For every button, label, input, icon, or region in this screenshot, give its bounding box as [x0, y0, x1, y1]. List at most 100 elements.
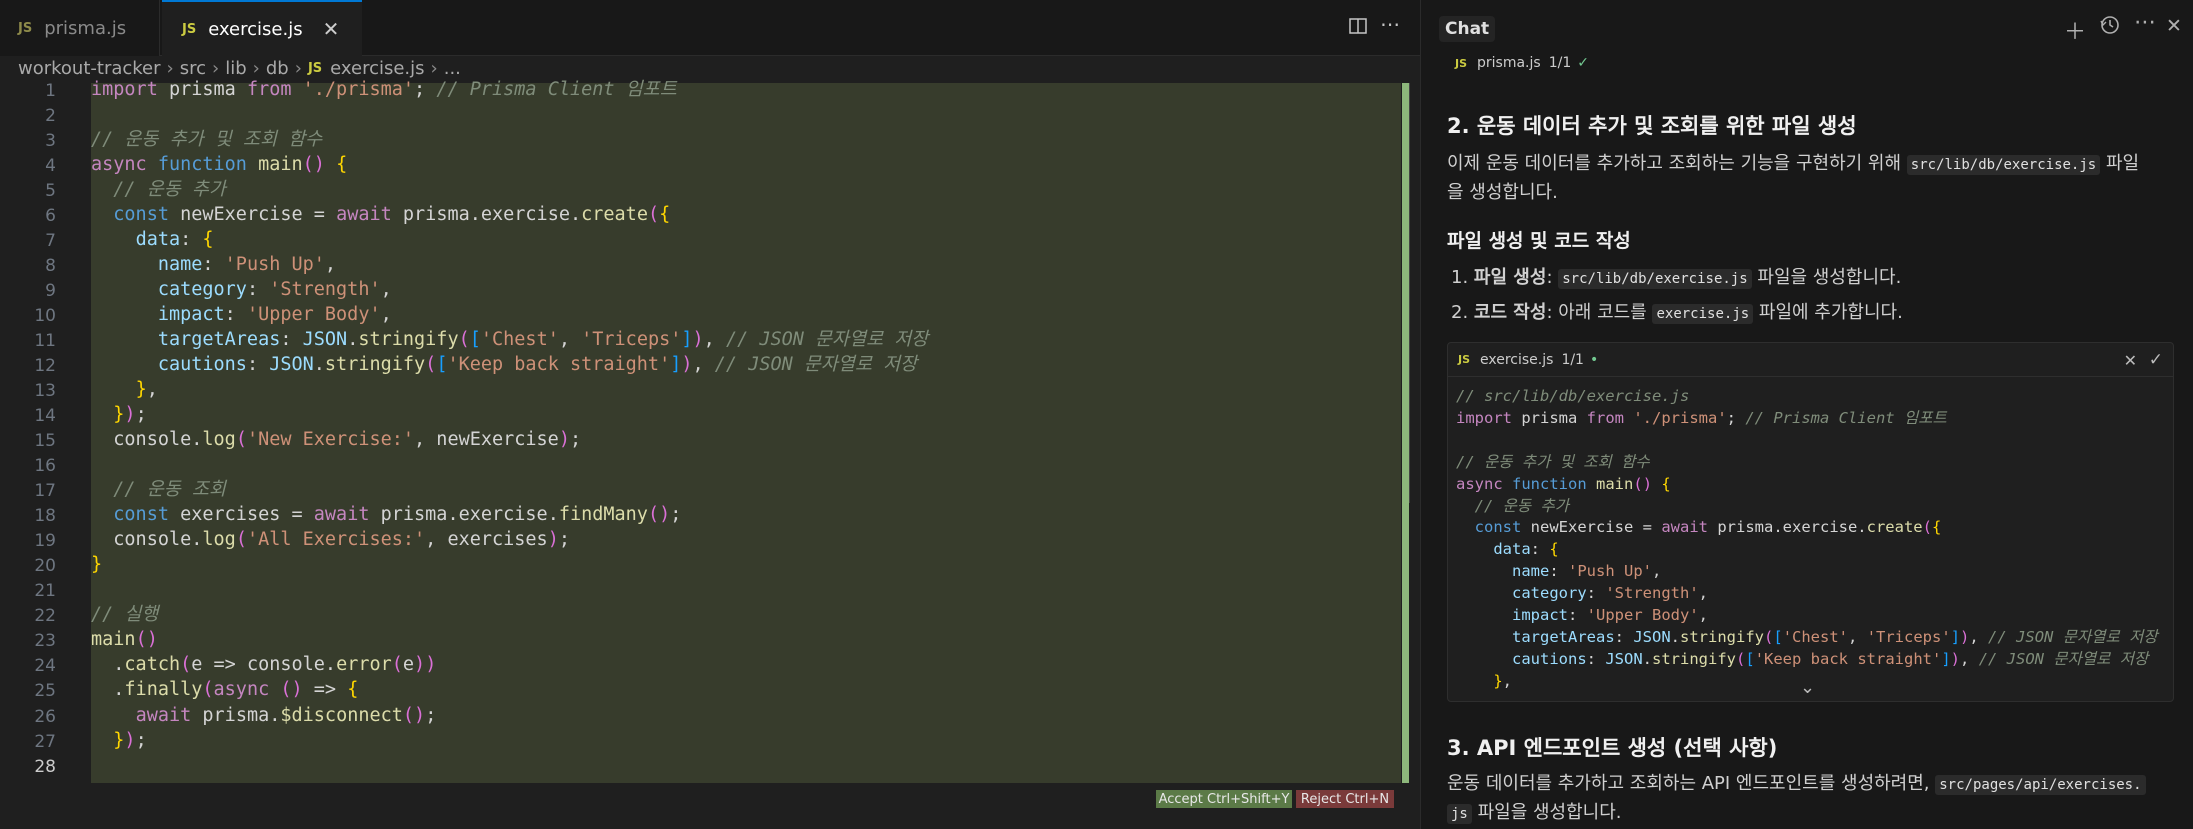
javascript-file-icon: JS [1458, 353, 1471, 366]
code-line: }, [135, 379, 158, 401]
code-line: cautions: JSON.stringify(['Keep back str… [157, 354, 918, 376]
line-number: 27 [34, 731, 56, 752]
tab-label: exercise.js [208, 18, 303, 40]
list-item: 1. 파일 생성: src/lib/db/exercise.js 파일을 생성합… [1451, 263, 1901, 289]
code-line: const newExercise = await prisma.exercis… [113, 204, 671, 226]
code-line: .finally(async () => { [91, 679, 359, 701]
code-line: await prisma.$disconnect(); [135, 704, 437, 726]
inline-code: src/lib/db/exercise.js [1558, 269, 1752, 289]
accept-check-icon[interactable]: ✓ [2149, 350, 2163, 370]
close-tab-icon[interactable]: ✕ [323, 17, 340, 41]
more-actions-icon[interactable]: ⋯ [2134, 10, 2156, 35]
line-number: 17 [34, 481, 56, 502]
paragraph-text: 파일 [2100, 153, 2140, 174]
history-icon[interactable] [2099, 14, 2121, 42]
code-line: // 운동 추가 [1474, 496, 1570, 515]
line-number: 20 [34, 556, 56, 577]
more-actions-icon[interactable]: ⋯ [1380, 12, 1400, 36]
code-editor[interactable]: 1 2 3 4 5 6 7 8 9 10 11 12 13 14 15 16 17 18 19 20 21 22 23 24 2… [0, 79, 1420, 818]
chat-header: Chat ＋ ⋯ ✕ [1421, 0, 2193, 56]
breadcrumb-item[interactable]: exercise.js [330, 58, 424, 79]
list-text: 파일을 생성합니다. [1751, 267, 1902, 288]
accept-button[interactable]: Accept Ctrl+Shift+Y [1156, 790, 1292, 808]
code-line: name: 'Push Up', [157, 254, 337, 276]
inline-code: exercise.js [1652, 304, 1754, 324]
list-bold: 파일 생성 [1473, 267, 1547, 288]
line-number: 11 [34, 331, 56, 352]
breadcrumb-item[interactable]: ... [444, 58, 461, 79]
chevron-down-icon[interactable]: ⌄ [1800, 677, 1815, 698]
line-number: 3 [45, 131, 56, 152]
line-number: 25 [34, 681, 56, 702]
line-number: 23 [34, 631, 56, 652]
paragraph-text: 이제 운동 데이터를 추가하고 조회하는 기능을 구현하기 위해 [1447, 153, 1907, 174]
paragraph-text: 운동 데이터를 추가하고 조회하는 API 엔드포인트를 생성하려면, [1447, 773, 1936, 794]
code-line: const newExercise = await prisma.exercis… [1474, 518, 1942, 537]
reject-button[interactable]: Reject Ctrl+N [1296, 790, 1394, 808]
status-dot-icon: • [1589, 351, 1599, 368]
code-block-card: JS exercise.js 1/1 • ✕ ✓ // src/lib/db/e… [1447, 342, 2174, 702]
reject-icon[interactable]: ✕ [2124, 351, 2137, 370]
attached-file-pill[interactable]: JS prisma.js 1/1 ✓ [1455, 55, 1589, 71]
code-line: } [91, 554, 103, 576]
line-number: 5 [45, 181, 56, 202]
code-line: console.log('All Exercises:', exercises)… [91, 529, 570, 551]
code-line: // 운동 추가 [113, 179, 226, 201]
attached-file-name: prisma.js [1477, 55, 1541, 71]
list-text: : [1546, 267, 1559, 288]
change-bar [1402, 83, 1409, 783]
breadcrumb-item[interactable]: src [180, 58, 206, 79]
code-line: targetAreas: JSON.stringify(['Chest', 'T… [157, 329, 929, 351]
code-line: const exercises = await prisma.exercise.… [113, 504, 682, 526]
tab-exercise-js[interactable]: JS exercise.js ✕ [162, 0, 362, 56]
javascript-file-icon: JS [1455, 56, 1468, 70]
code-line: .catch(e => console.error(e)) [91, 654, 437, 676]
chevron-right-icon: › [294, 57, 302, 79]
chevron-right-icon: › [166, 57, 174, 79]
inline-code: src/pages/api/exercises. [1935, 775, 2146, 795]
code-line: // src/lib/db/exercise.js [1456, 387, 1690, 405]
inline-code: src/lib/db/exercise.js [1906, 155, 2101, 175]
line-number: 24 [34, 656, 56, 677]
javascript-file-icon: JS [307, 60, 323, 76]
breadcrumb-item[interactable]: workout-tracker [18, 58, 161, 79]
split-editor-icon[interactable] [1348, 16, 1368, 41]
breadcrumb-item[interactable]: lib [225, 58, 246, 79]
code-line: import prisma from './prisma'; // Prisma… [1456, 408, 1947, 427]
new-chat-icon[interactable]: ＋ [2064, 14, 2086, 46]
close-icon[interactable]: ✕ [2166, 15, 2182, 37]
line-number: 2 [45, 106, 56, 127]
scrollbar[interactable] [1409, 83, 1420, 503]
line-number: 7 [45, 231, 56, 252]
code-line: data: { [135, 229, 214, 251]
line-number: 1 [45, 81, 56, 101]
inline-code: js [1447, 804, 1472, 824]
paragraph-text: 파일을 생성합니다. [1471, 802, 1622, 823]
list-number: 2. [1451, 302, 1469, 323]
breadcrumb-item[interactable]: db [266, 58, 289, 79]
code-block-header: JS exercise.js 1/1 • [1448, 343, 2173, 377]
code-line: // 운동 추가 및 조회 함수 [1456, 452, 1650, 471]
check-icon: ✓ [1577, 55, 1589, 71]
line-number: 4 [45, 156, 56, 177]
code-line: import prisma from './prisma'; // Prisma… [91, 79, 677, 100]
code-block-file-name[interactable]: exercise.js [1480, 352, 1553, 368]
list-text: 파일에 추가합니다. [1753, 302, 1903, 323]
line-number: 28 [34, 756, 56, 777]
section-3-paragraph: 운동 데이터를 추가하고 조회하는 API 엔드포인트를 생성하려면, src/… [1447, 770, 2177, 828]
line-number: 8 [45, 256, 56, 277]
line-number: 15 [34, 431, 56, 452]
code-line: // 운동 조회 [113, 479, 226, 501]
code-line: }); [113, 729, 147, 751]
line-number: 9 [45, 281, 56, 302]
editor-pane: JS prisma.js JS exercise.js ✕ ⋯ workout-… [0, 0, 1420, 829]
line-number: 26 [34, 706, 56, 727]
subheading: 파일 생성 및 코드 작성 [1447, 230, 1631, 252]
code-line: category: 'Strength', [1512, 584, 1708, 603]
chevron-right-icon: › [430, 57, 438, 79]
code-line: }); [113, 404, 147, 426]
line-number: 19 [34, 531, 56, 552]
tab-prisma-js[interactable]: JS prisma.js [0, 0, 160, 56]
code-line: impact: 'Upper Body', [1512, 606, 1708, 624]
attached-file-count: 1/1 [1548, 55, 1572, 71]
